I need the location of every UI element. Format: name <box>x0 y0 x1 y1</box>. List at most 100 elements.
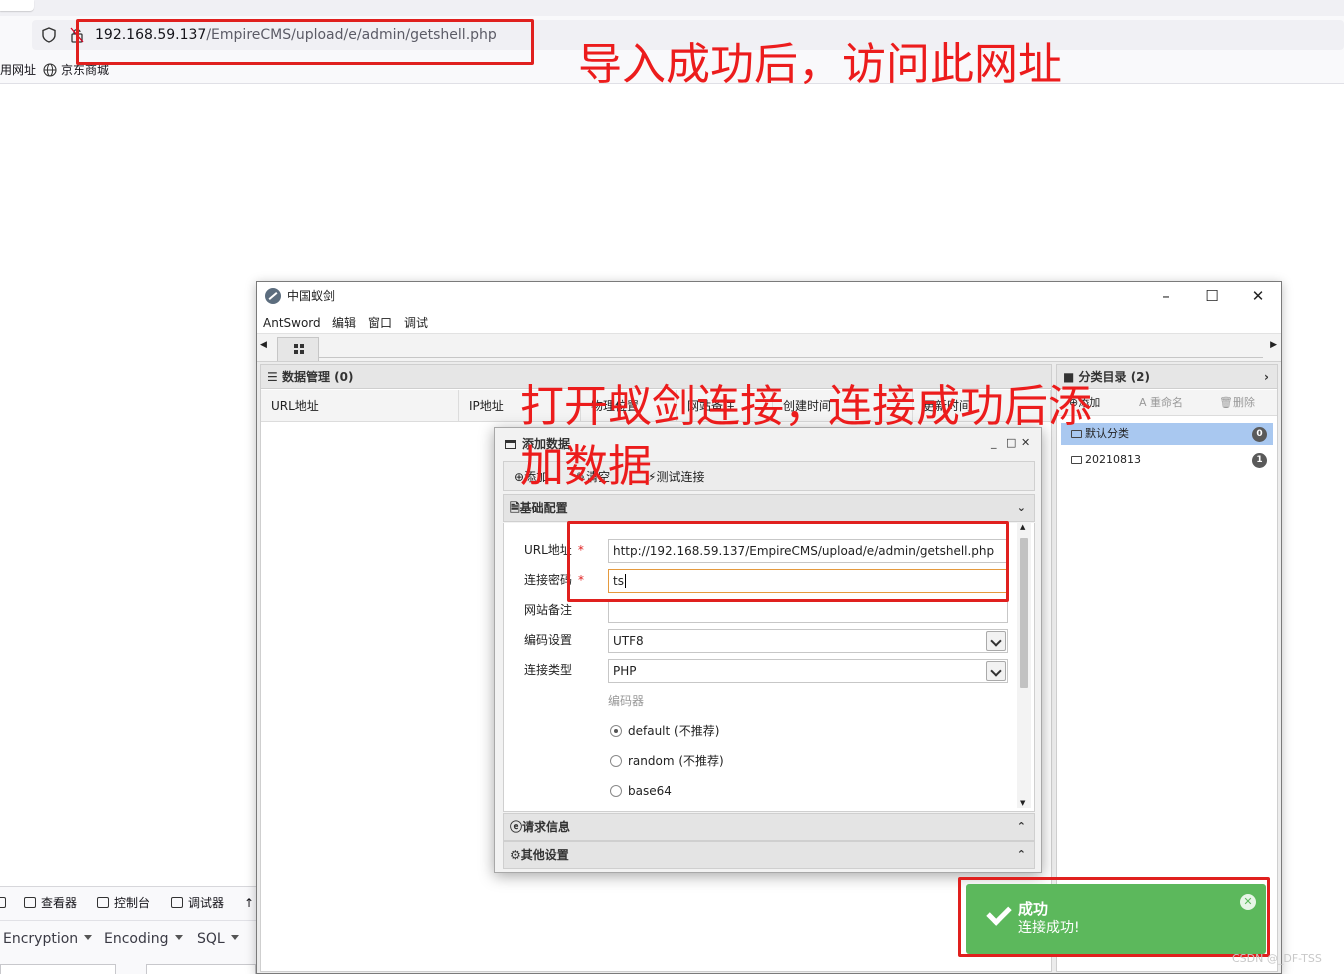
radio-dot[interactable] <box>610 785 622 797</box>
ie-icon: ⓔ <box>510 820 523 834</box>
tab-divider <box>319 357 1263 358</box>
section-other-settings[interactable]: ⚙其他设置 ⌃ <box>503 841 1035 869</box>
minimize-button[interactable]: – <box>1151 286 1181 306</box>
collapse-panel-icon[interactable]: › <box>1264 365 1269 389</box>
menu-debug[interactable]: 调试 <box>404 315 428 331</box>
radio-dot[interactable] <box>610 725 622 737</box>
folder-icon: ■ <box>1063 370 1079 384</box>
success-toast: 成功 连接成功! ✕ <box>966 884 1266 954</box>
dialog-maximize-button[interactable]: □ <box>1006 436 1016 450</box>
section-basic-config[interactable]: 🗎基础配置 ⌄ <box>503 494 1035 522</box>
encoder-radio-random[interactable]: random (不推荐) <box>610 753 724 769</box>
chevron-down-icon[interactable] <box>986 631 1006 651</box>
section-request-info[interactable]: ⓔ请求信息 ⌃ <box>503 813 1035 841</box>
column-ip[interactable]: IP地址 <box>459 390 581 422</box>
browser-tab[interactable] <box>0 0 34 11</box>
category-label: 20210813 <box>1085 453 1141 466</box>
folder-icon <box>1071 430 1082 438</box>
grid-icon <box>294 344 304 354</box>
window-titlebar: 中国蚁剑 – ☐ ✕ <box>257 282 1281 310</box>
add-category-button[interactable]: ⊕添加 <box>1069 395 1100 411</box>
column-location[interactable]: 物理位置 <box>581 390 677 422</box>
devtools-tab-inspector[interactable]: 查看器 <box>24 894 77 912</box>
devtools-tab-debugger[interactable]: 调试器 <box>171 894 224 912</box>
globe-icon <box>43 63 57 77</box>
dialog-close-button[interactable]: ✕ <box>1021 436 1030 450</box>
pick-element-icon[interactable] <box>0 894 11 912</box>
maximize-button[interactable]: ☐ <box>1197 286 1227 306</box>
gears-icon: ⚙ <box>510 848 521 862</box>
browser-tab-strip <box>0 0 1344 16</box>
url-path: /EmpireCMS/upload/e/admin/getshell.php <box>206 27 497 43</box>
url-input[interactable]: http://192.168.59.137/EmpireCMS/upload/e… <box>608 539 1008 563</box>
menu-edit[interactable]: 编辑 <box>332 315 356 331</box>
note-input[interactable] <box>608 599 1008 623</box>
shield-icon[interactable] <box>42 27 56 43</box>
category-panel-header: ■ 分类目录 (2) › <box>1057 365 1277 389</box>
data-panel-title: 数据管理 (0) <box>281 370 354 384</box>
check-icon <box>986 900 1012 926</box>
devtools-tab-console[interactable]: 控制台 <box>97 894 150 912</box>
test-connection-button[interactable]: ⚡测试连接 <box>648 469 704 485</box>
data-grid-header: URL地址 IP地址 物理位置 网站备注 创建时间 更新时间 <box>261 390 1051 422</box>
bookmark-item[interactable]: 京东商城 <box>61 62 109 78</box>
encoder-radio-default[interactable]: default (不推荐) <box>610 723 719 739</box>
devtools-tab-network[interactable]: ↑ <box>244 894 254 912</box>
add-button[interactable]: ⊕添加 <box>514 469 548 485</box>
chevron-down-icon[interactable] <box>986 661 1006 681</box>
scroll-up-icon[interactable]: ▲ <box>1020 523 1025 531</box>
menu-window[interactable]: 窗口 <box>368 315 392 331</box>
scroll-down-icon[interactable]: ▼ <box>1020 799 1025 807</box>
encryption-menu[interactable]: Encryption <box>3 930 92 948</box>
connection-type-label: 连接类型 <box>524 663 573 677</box>
encoding-menu[interactable]: Encoding <box>104 930 183 948</box>
encoder-radio-base64[interactable]: base64 <box>610 783 672 799</box>
sql-menu[interactable]: SQL <box>197 930 239 948</box>
tab-scroll-right-icon[interactable]: ▶ <box>1270 340 1277 350</box>
column-updated[interactable]: 更新时间 <box>913 390 1051 422</box>
scrollbar-thumb[interactable] <box>1020 538 1028 688</box>
column-url[interactable]: URL地址 <box>261 390 459 422</box>
encoding-label: 编码设置 <box>524 633 573 647</box>
folder-icon <box>1071 456 1082 464</box>
url-text[interactable]: 192.168.59.137/EmpireCMS/upload/e/admin/… <box>95 26 497 44</box>
encoding-select[interactable]: UTF8 <box>608 629 1008 653</box>
inspector-icon <box>24 897 36 908</box>
clear-button[interactable]: ✎清空 <box>576 469 610 485</box>
password-label: 连接密码 * <box>524 573 585 587</box>
chevron-up-icon: ⌃ <box>1016 820 1026 833</box>
url-host: 192.168.59.137 <box>95 27 207 43</box>
radio-dot[interactable] <box>610 755 622 767</box>
column-note[interactable]: 网站备注 <box>677 390 773 422</box>
tab-scroll-left-icon[interactable]: ◀ <box>260 340 267 350</box>
basic-config-form: URL地址 * http://192.168.59.137/EmpireCMS/u… <box>503 523 1035 812</box>
category-panel-title: 分类目录 (2) <box>1078 370 1151 384</box>
window-icon <box>505 440 516 449</box>
toast-message: 连接成功! <box>1018 920 1080 936</box>
password-input[interactable]: ts <box>608 569 1008 593</box>
hackbar-field[interactable] <box>146 964 256 974</box>
insecure-lock-icon[interactable] <box>70 27 84 43</box>
trash-icon: 🗑 <box>1219 396 1233 409</box>
note-label: 网站备注 <box>524 603 573 617</box>
delete-category-button[interactable]: 🗑删除 <box>1219 395 1255 411</box>
close-icon[interactable]: ✕ <box>1240 894 1256 910</box>
column-created[interactable]: 创建时间 <box>773 390 913 422</box>
connection-type-select[interactable]: PHP <box>608 659 1008 683</box>
bookmark-item[interactable]: 用网址 <box>0 62 36 78</box>
devtools-tab-label: 调试器 <box>188 896 225 910</box>
toast-title: 成功 <box>1018 900 1049 918</box>
category-item-20210813[interactable]: 20210813 1 <box>1061 449 1273 471</box>
hackbar-field[interactable] <box>0 964 116 974</box>
eraser-icon: ✎ <box>576 470 587 484</box>
category-label: 默认分类 <box>1085 427 1129 440</box>
close-window-button[interactable]: ✕ <box>1243 286 1273 306</box>
tab-home[interactable] <box>277 337 319 361</box>
dialog-minimize-button[interactable]: _ <box>991 436 997 450</box>
dialog-toolbar: ⊕添加 ✎清空 ⚡测试连接 <box>503 461 1035 491</box>
menu-antsword[interactable]: AntSword <box>263 315 321 331</box>
category-item-default[interactable]: 默认分类 0 <box>1061 423 1273 445</box>
form-scrollbar[interactable]: ▲ ▼ <box>1017 522 1031 808</box>
rename-category-button[interactable]: A 重命名 <box>1139 395 1183 411</box>
watermark: CSDN @_DF-TSS <box>1232 952 1322 965</box>
